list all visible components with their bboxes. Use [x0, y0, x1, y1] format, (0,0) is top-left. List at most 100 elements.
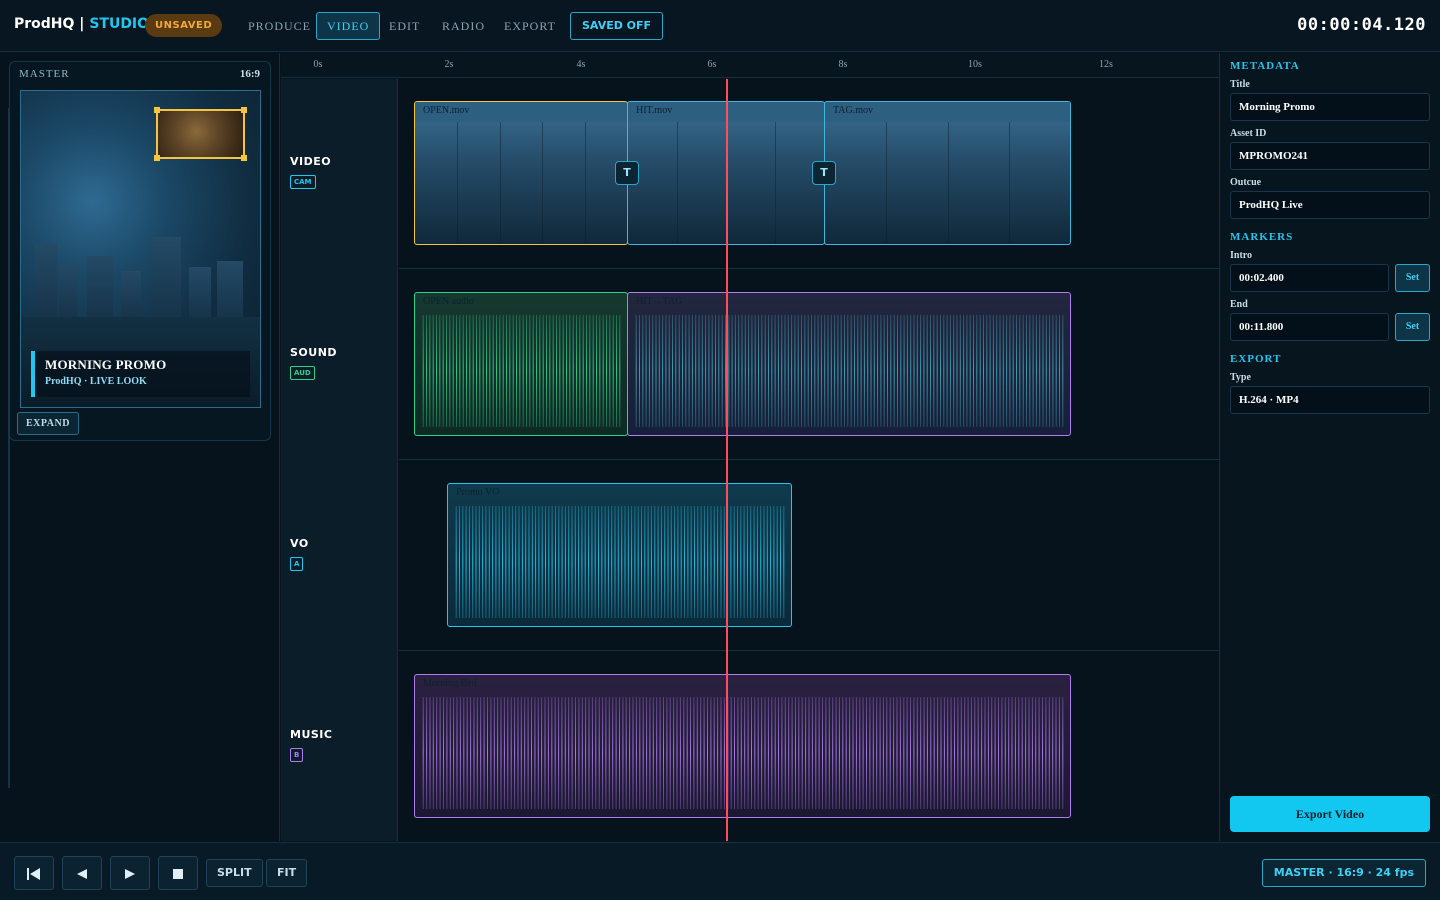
master-preview-card: MASTER 16:9 MORNING PROMO ProdHQ · LIVE …: [9, 61, 271, 441]
ruler-tick: 8s: [838, 59, 848, 70]
track-name: MUSIC: [290, 728, 333, 741]
track-tag: A: [290, 557, 304, 571]
track-headers: VIDEO CAM SOUND AUD VO A MUSIC B: [281, 79, 398, 841]
export-type-label: Type: [1230, 372, 1251, 383]
clip-open-mov[interactable]: OPEN.mov: [414, 101, 628, 245]
pip-handle-tr[interactable]: [241, 107, 247, 113]
pip-handle-tl[interactable]: [154, 107, 160, 113]
end-marker-input[interactable]: 00:11.800: [1230, 313, 1389, 341]
skyline-backdrop: [21, 229, 260, 319]
ruler-tick: 2s: [444, 59, 454, 70]
track-tag: B: [290, 748, 304, 762]
end-marker-label: End: [1230, 299, 1248, 310]
clip-label: HIT.mov: [636, 105, 673, 116]
fit-button[interactable]: FIT: [266, 859, 308, 887]
intro-marker-input[interactable]: 00:02.400: [1230, 264, 1389, 292]
output-status-pill[interactable]: MASTER · 16:9 · 24 fps: [1261, 859, 1426, 887]
play-button[interactable]: [110, 856, 150, 890]
skip-to-start-button[interactable]: [14, 856, 54, 890]
clip-open-audio[interactable]: OPEN audio: [414, 292, 628, 436]
ruler-tick: 4s: [576, 59, 586, 70]
asset-id-label: Asset ID: [1230, 128, 1267, 139]
brand-separator: |: [74, 16, 90, 32]
master-preview-frame[interactable]: MORNING PROMO ProdHQ · LIVE LOOK: [20, 90, 261, 408]
nav-produce[interactable]: PRODUCE: [237, 12, 322, 40]
track-name: VIDEO: [290, 155, 332, 168]
nav-radio[interactable]: RADIO: [431, 12, 496, 40]
master-label: MASTER: [19, 68, 70, 80]
step-back-icon: [77, 869, 87, 879]
timecode-display: 00:00:04.120: [1297, 15, 1426, 35]
asset-id-input[interactable]: MPROMO241: [1230, 142, 1430, 170]
export-section-title: EXPORT: [1230, 353, 1282, 365]
track-name: SOUND: [290, 346, 338, 359]
track-header-video[interactable]: VIDEO CAM: [281, 79, 398, 270]
set-intro-button[interactable]: Set: [1395, 264, 1430, 292]
expand-button[interactable]: EXPAND: [17, 412, 79, 435]
nav-export[interactable]: EXPORT: [493, 12, 567, 40]
play-icon: [125, 869, 135, 879]
top-bar: ProdHQ | STUDIO UNSAVED PRODUCE VIDEO ED…: [0, 0, 1440, 52]
pip-handle-bl[interactable]: [154, 155, 160, 161]
transition-marker[interactable]: T: [812, 161, 836, 185]
pip-handle-br[interactable]: [241, 155, 247, 161]
track-tag: AUD: [290, 366, 315, 380]
ruler-tick: 12s: [1099, 59, 1113, 70]
clip-morning-bed[interactable]: Morning Bed: [414, 674, 1071, 818]
track-tag: CAM: [290, 175, 316, 189]
set-end-button[interactable]: Set: [1395, 313, 1430, 341]
ruler-tick: 6s: [707, 59, 717, 70]
brand-name: ProdHQ: [14, 16, 75, 32]
saved-toggle-button[interactable]: SAVED OFF: [570, 12, 664, 40]
transport-bar: SPLIT FIT MASTER · 16:9 · 24 fps: [0, 842, 1440, 900]
export-type-select[interactable]: H.264 · MP4: [1230, 386, 1430, 414]
outcue-label: Outcue: [1230, 177, 1262, 188]
clip-promo-vo[interactable]: Promo VO: [447, 483, 792, 627]
clip-label: HIT→TAG: [636, 296, 683, 307]
app-brand: ProdHQ | STUDIO: [14, 16, 149, 32]
track-header-music[interactable]: MUSIC B: [281, 652, 398, 843]
title-input[interactable]: Morning Promo: [1230, 93, 1430, 121]
transition-marker[interactable]: T: [615, 161, 639, 185]
step-back-button[interactable]: [62, 856, 102, 890]
unsaved-badge: UNSAVED: [145, 14, 223, 37]
clip-label: OPEN audio: [423, 296, 474, 307]
intro-marker-label: Intro: [1230, 250, 1253, 261]
skip-to-start-icon: [27, 868, 40, 880]
track-header-vo[interactable]: VO A: [281, 461, 398, 652]
preview-panel: MASTER 16:9 MORNING PROMO ProdHQ · LIVE …: [0, 53, 280, 841]
outcue-input[interactable]: ProdHQ Live: [1230, 191, 1430, 219]
clip-label: Morning Bed: [423, 678, 477, 689]
title-label: Title: [1230, 79, 1250, 90]
stop-icon: [173, 869, 183, 879]
split-button[interactable]: SPLIT: [206, 859, 263, 887]
clip-label: Promo VO: [456, 487, 500, 498]
lane-divider: [399, 650, 1219, 651]
stop-button[interactable]: [158, 856, 198, 890]
clip-label: OPEN.mov: [423, 105, 470, 116]
track-name: VO: [290, 537, 309, 550]
timeline-ruler[interactable]: 0s 2s 4s 6s 8s 10s 12s: [281, 53, 1219, 78]
metadata-section-title: METADATA: [1230, 60, 1300, 72]
clip-hit-tag-audio[interactable]: HIT→TAG: [627, 292, 1071, 436]
nav-video[interactable]: VIDEO: [316, 12, 381, 40]
timeline-lanes[interactable]: OPEN.mov HIT.mov TAG.mov T T OPEN audio …: [399, 79, 1219, 841]
ruler-tick: 0s: [313, 59, 323, 70]
markers-section-title: MARKERS: [1230, 231, 1294, 243]
pip-overlay[interactable]: [154, 107, 247, 161]
export-video-button[interactable]: Export Video: [1230, 796, 1430, 832]
clip-tag-mov[interactable]: TAG.mov: [824, 101, 1071, 245]
aspect-ratio-label: 16:9: [239, 68, 260, 80]
playhead[interactable]: [726, 79, 728, 841]
lane-divider: [399, 459, 1219, 460]
lower-third-title: MORNING PROMO: [45, 357, 167, 372]
brand-accent: STUDIO: [89, 16, 150, 32]
track-header-sound[interactable]: SOUND AUD: [281, 270, 398, 461]
clip-label: TAG.mov: [833, 105, 874, 116]
lane-divider: [399, 268, 1219, 269]
lower-third-graphic: MORNING PROMO ProdHQ · LIVE LOOK: [31, 351, 250, 397]
ruler-tick: 10s: [968, 59, 982, 70]
nav-edit[interactable]: EDIT: [378, 12, 431, 40]
lower-third-subtitle: ProdHQ · LIVE LOOK: [45, 376, 147, 387]
inspector-panel: METADATA Title Morning Promo Asset ID MP…: [1219, 53, 1440, 841]
